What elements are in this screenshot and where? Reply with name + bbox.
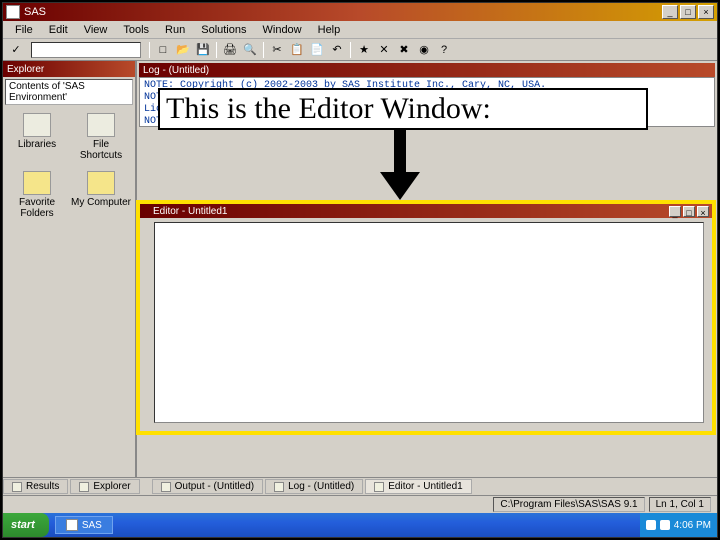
annotation-box: This is the Editor Window: <box>158 88 648 130</box>
results-icon <box>12 482 22 492</box>
paste-icon[interactable]: 📄 <box>308 41 326 59</box>
windows-taskbar: start SAS 4:06 PM <box>3 513 717 537</box>
output-icon <box>161 482 171 492</box>
annotation-text: This is the Editor Window: <box>166 92 491 125</box>
explorer-item-libraries[interactable]: Libraries <box>7 113 67 167</box>
tab-output[interactable]: Output - (Untitled) <box>152 479 263 494</box>
tab-log[interactable]: Log - (Untitled) <box>265 479 363 494</box>
menu-edit[interactable]: Edit <box>41 22 76 38</box>
explorer-item-file-shortcuts[interactable]: File Shortcuts <box>71 113 131 167</box>
start-label: start <box>11 519 35 531</box>
tab-editor[interactable]: Editor - Untitled1 <box>365 479 471 494</box>
clear-icon[interactable]: ✕ <box>375 41 393 59</box>
menu-run[interactable]: Run <box>157 22 193 38</box>
editor-icon <box>374 482 384 492</box>
minimize-button[interactable]: _ <box>662 5 678 19</box>
menu-view[interactable]: View <box>76 22 116 38</box>
web-icon[interactable]: ? <box>435 41 453 59</box>
explorer-item-label: My Computer <box>71 197 131 208</box>
libraries-icon <box>23 113 51 137</box>
menu-window[interactable]: Window <box>255 22 310 38</box>
toolbar-separator <box>350 42 351 58</box>
start-button[interactable]: start <box>3 513 49 537</box>
explorer-item-label: File Shortcuts <box>71 139 131 161</box>
check-icon[interactable]: ✓ <box>7 41 25 59</box>
editor-maximize-button[interactable]: □ <box>683 206 695 217</box>
editor-minimize-button[interactable]: _ <box>669 206 681 217</box>
command-input[interactable] <box>31 42 141 58</box>
tab-label: Editor - Untitled1 <box>388 481 462 492</box>
explorer-item-favorite-folders[interactable]: Favorite Folders <box>7 171 67 225</box>
editor-window: Editor - Untitled1 _ □ × <box>136 200 716 435</box>
break-icon[interactable]: ✖ <box>395 41 413 59</box>
save-icon[interactable]: 💾 <box>194 41 212 59</box>
log-window-title: Log - (Untitled) <box>139 63 715 77</box>
statusbar: C:\Program Files\SAS\SAS 9.1 Ln 1, Col 1 <box>3 495 717 513</box>
tab-label: Log - (Untitled) <box>288 481 354 492</box>
tab-label: Explorer <box>93 481 130 492</box>
editor-text-area[interactable] <box>154 222 704 423</box>
task-label: SAS <box>82 520 102 531</box>
sas-task-icon <box>66 519 78 531</box>
titlebar: SAS _ □ × <box>3 3 717 21</box>
menubar: File Edit View Tools Run Solutions Windo… <box>3 21 717 39</box>
print-icon[interactable]: 🖨 <box>221 41 239 59</box>
explorer-header: Contents of 'SAS Environment' <box>5 79 133 105</box>
menu-help[interactable]: Help <box>310 22 349 38</box>
app-icon <box>6 5 20 19</box>
explorer-item-label: Libraries <box>18 139 56 150</box>
cut-icon[interactable]: ✂ <box>268 41 286 59</box>
submit-icon[interactable]: ★ <box>355 41 373 59</box>
bottom-tab-bar: Results Explorer Output - (Untitled) Log… <box>3 477 717 495</box>
tab-label: Results <box>26 481 59 492</box>
preview-icon[interactable]: 🔍 <box>241 41 259 59</box>
menu-solutions[interactable]: Solutions <box>193 22 254 38</box>
menu-tools[interactable]: Tools <box>115 22 157 38</box>
explorer-item-label: Favorite Folders <box>7 197 67 219</box>
explorer-sidebar: Explorer Contents of 'SAS Environment' L… <box>3 61 137 477</box>
status-path: C:\Program Files\SAS\SAS 9.1 <box>493 497 644 512</box>
tab-explorer[interactable]: Explorer <box>70 479 139 494</box>
close-button[interactable]: × <box>698 5 714 19</box>
copy-icon[interactable]: 📋 <box>288 41 306 59</box>
editor-titlebar: Editor - Untitled1 _ □ × <box>140 204 712 218</box>
system-tray[interactable]: 4:06 PM <box>640 513 717 537</box>
log-icon <box>274 482 284 492</box>
explorer-icon <box>79 482 89 492</box>
explorer-body: Libraries File Shortcuts Favorite Folder… <box>3 107 135 477</box>
favorite-folders-icon <box>23 171 51 195</box>
tray-icon <box>646 520 656 530</box>
tab-label: Output - (Untitled) <box>175 481 254 492</box>
file-shortcuts-icon <box>87 113 115 137</box>
editor-icon <box>143 206 153 216</box>
help-icon[interactable]: ◉ <box>415 41 433 59</box>
undo-icon[interactable]: ↶ <box>328 41 346 59</box>
tray-icon <box>660 520 670 530</box>
explorer-title: Explorer <box>3 61 135 77</box>
editor-close-button[interactable]: × <box>697 206 709 217</box>
tab-results[interactable]: Results <box>3 479 68 494</box>
menu-file[interactable]: File <box>7 22 41 38</box>
toolbar-separator <box>216 42 217 58</box>
open-icon[interactable]: 📂 <box>174 41 192 59</box>
app-title: SAS <box>24 6 46 18</box>
my-computer-icon <box>87 171 115 195</box>
status-cursor-position: Ln 1, Col 1 <box>649 497 711 512</box>
explorer-item-my-computer[interactable]: My Computer <box>71 171 131 225</box>
toolbar-separator <box>263 42 264 58</box>
new-icon[interactable]: □ <box>154 41 172 59</box>
tray-clock: 4:06 PM <box>674 520 711 531</box>
maximize-button[interactable]: □ <box>680 5 696 19</box>
taskbar-task-sas[interactable]: SAS <box>55 516 113 534</box>
annotation-arrow-icon <box>380 128 420 200</box>
editor-title-text: Editor - Untitled1 <box>153 206 227 217</box>
toolbar-separator <box>149 42 150 58</box>
toolbar: ✓ □ 📂 💾 🖨 🔍 ✂ 📋 📄 ↶ ★ ✕ ✖ ◉ ? <box>3 39 717 61</box>
